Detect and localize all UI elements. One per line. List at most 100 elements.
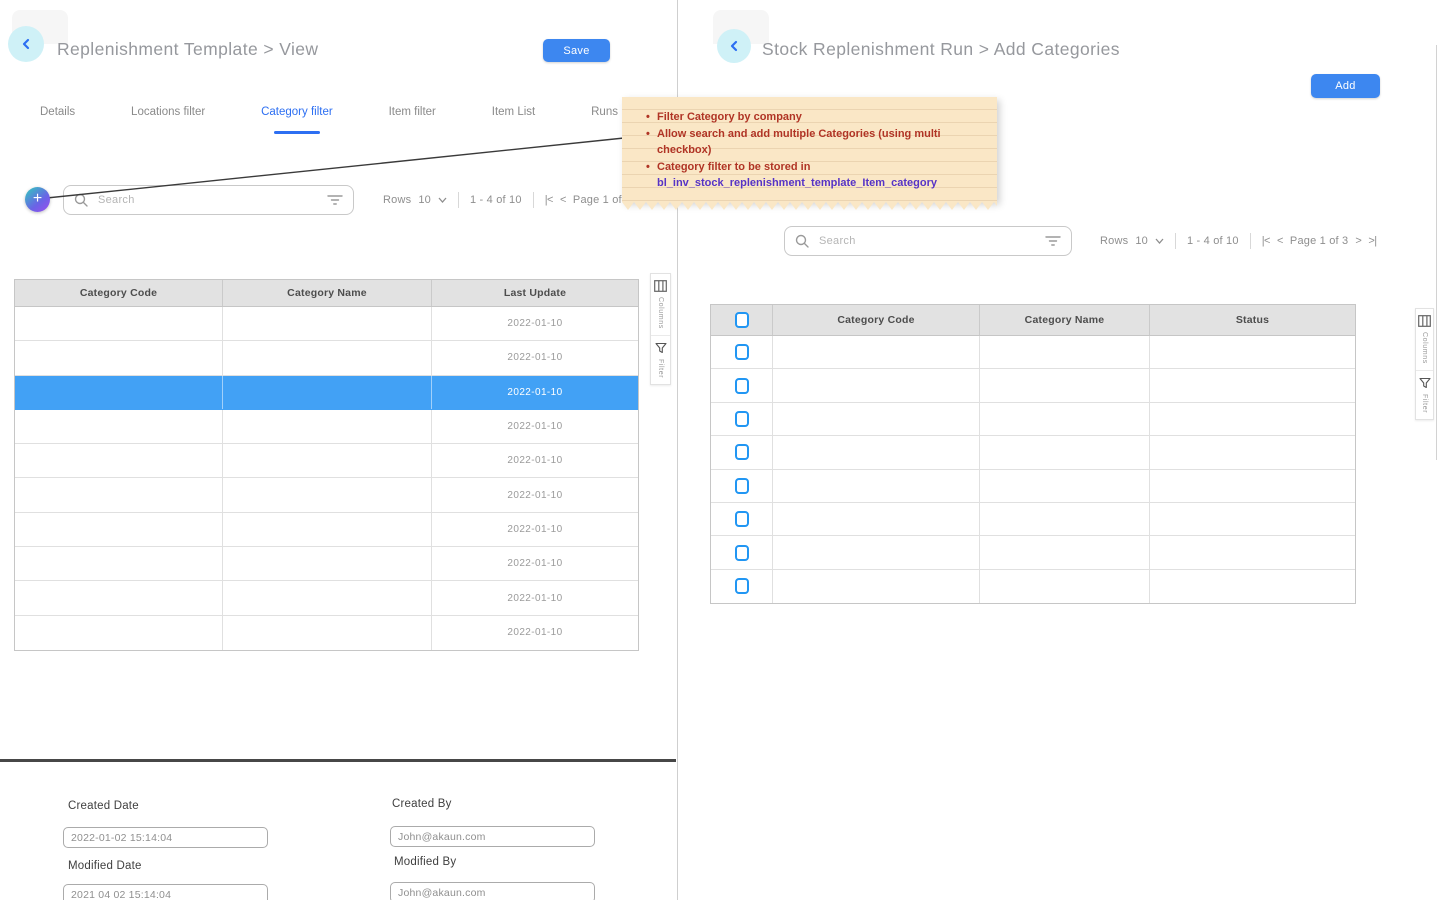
table-row[interactable] xyxy=(711,369,1355,402)
search-input[interactable] xyxy=(817,234,1037,248)
first-page-button[interactable]: |< xyxy=(545,194,553,206)
table-row[interactable] xyxy=(711,403,1355,436)
data-cell xyxy=(15,376,223,409)
save-button[interactable]: Save xyxy=(543,39,610,62)
row-checkbox[interactable] xyxy=(735,344,749,360)
last-update-cell: 2022-01-10 xyxy=(432,581,638,614)
table-row[interactable] xyxy=(711,336,1355,369)
back-button[interactable] xyxy=(8,26,44,62)
annotation-note: Filter Category by companyAllow search a… xyxy=(622,97,997,202)
data-cell xyxy=(980,470,1150,502)
data-cell xyxy=(223,616,432,650)
row-range-text: 1 - 4 of 10 xyxy=(470,194,522,206)
row-checkbox[interactable] xyxy=(735,545,749,561)
tab-item-list[interactable]: Item List xyxy=(492,106,535,134)
note-bullet: Filter Category by company xyxy=(644,109,977,126)
previous-page-button[interactable]: < xyxy=(560,194,566,206)
filter-toggle[interactable]: Filter xyxy=(1416,370,1433,419)
data-cell xyxy=(15,581,223,614)
data-cell xyxy=(1150,436,1355,468)
checkbox-cell xyxy=(711,403,773,435)
created-by-label: Created By xyxy=(392,798,452,810)
data-cell xyxy=(223,547,432,580)
pager-divider xyxy=(1250,233,1251,249)
data-cell xyxy=(773,336,980,368)
data-cell xyxy=(773,369,980,401)
pagination-bar: Rows 10 1 - 4 of 10 |< < Page 1 of 3 > >… xyxy=(1100,226,1377,256)
row-checkbox[interactable] xyxy=(735,478,749,494)
row-checkbox[interactable] xyxy=(735,578,749,594)
filter-toggle[interactable]: Filter xyxy=(651,335,670,384)
modified-by-field[interactable] xyxy=(390,882,595,900)
data-cell xyxy=(980,503,1150,535)
modified-date-field[interactable] xyxy=(63,884,268,900)
search-icon xyxy=(74,193,88,207)
filter-list-icon[interactable] xyxy=(1045,236,1061,246)
tab-bar: Details Locations filter Category filter It… xyxy=(40,106,618,134)
data-cell xyxy=(1150,570,1355,603)
page-title: Replenishment Template > View xyxy=(57,39,318,60)
tab-category-filter[interactable]: Category filter xyxy=(261,106,333,134)
created-by-field[interactable] xyxy=(390,826,595,847)
next-page-button[interactable]: > xyxy=(1355,235,1361,247)
data-cell xyxy=(1150,470,1355,502)
data-cell xyxy=(773,570,980,603)
data-cell xyxy=(980,536,1150,568)
pager-divider xyxy=(533,192,534,208)
row-checkbox[interactable] xyxy=(735,511,749,527)
chevron-down-icon[interactable] xyxy=(438,197,447,203)
table-row[interactable]: 2022-01-10 xyxy=(15,478,638,512)
table-row[interactable]: 2022-01-10 xyxy=(15,376,638,410)
checkbox-cell xyxy=(711,470,773,502)
previous-page-button[interactable]: < xyxy=(1277,235,1283,247)
table-row[interactable] xyxy=(711,570,1355,603)
select-all-checkbox[interactable] xyxy=(735,312,749,328)
columns-label: Columns xyxy=(1421,332,1428,364)
data-cell xyxy=(773,503,980,535)
tab-item-filter[interactable]: Item filter xyxy=(389,106,436,134)
tab-locations-filter[interactable]: Locations filter xyxy=(131,106,205,134)
row-checkbox[interactable] xyxy=(735,378,749,394)
add-button[interactable]: Add xyxy=(1311,74,1380,98)
last-update-cell: 2022-01-10 xyxy=(432,478,638,511)
data-cell xyxy=(980,436,1150,468)
table-row[interactable] xyxy=(711,536,1355,569)
tab-details[interactable]: Details xyxy=(40,106,75,134)
column-header: Category Code xyxy=(15,280,223,306)
columns-toggle[interactable]: Columns xyxy=(1416,309,1433,370)
table-row[interactable]: 2022-01-10 xyxy=(15,513,638,547)
rows-per-page-value[interactable]: 10 xyxy=(1135,235,1148,247)
row-checkbox[interactable] xyxy=(735,444,749,460)
table-row[interactable]: 2022-01-10 xyxy=(15,307,638,341)
table-row[interactable]: 2022-01-10 xyxy=(15,444,638,478)
table-row[interactable]: 2022-01-10 xyxy=(15,410,638,444)
rows-per-page-value[interactable]: 10 xyxy=(418,194,431,206)
table-row[interactable]: 2022-01-10 xyxy=(15,547,638,581)
created-date-field[interactable] xyxy=(63,827,268,848)
chevron-down-icon[interactable] xyxy=(1155,238,1164,244)
last-update-cell: 2022-01-10 xyxy=(432,341,638,374)
row-checkbox[interactable] xyxy=(735,411,749,427)
tab-runs[interactable]: Runs xyxy=(591,106,618,134)
back-button[interactable] xyxy=(717,29,751,63)
table-row[interactable]: 2022-01-10 xyxy=(15,581,638,615)
search-input[interactable] xyxy=(96,193,319,207)
table-row[interactable] xyxy=(711,503,1355,536)
last-page-button[interactable]: >| xyxy=(1368,235,1376,247)
data-cell xyxy=(1150,503,1355,535)
filter-list-icon[interactable] xyxy=(327,195,343,205)
table-row[interactable] xyxy=(711,436,1355,469)
first-page-button[interactable]: |< xyxy=(1262,235,1270,247)
table-header-row: Category CodeCategory NameLast Update xyxy=(15,280,638,307)
table-row[interactable]: 2022-01-10 xyxy=(15,616,638,650)
table-row[interactable] xyxy=(711,470,1355,503)
add-record-button[interactable]: + xyxy=(25,187,50,212)
search-icon xyxy=(795,234,809,248)
filter-label: Filter xyxy=(657,359,664,378)
table-row[interactable]: 2022-01-10 xyxy=(15,341,638,375)
checkbox-cell xyxy=(711,436,773,468)
column-header: Status xyxy=(1150,305,1355,335)
page-indicator: Page 1 of 3 xyxy=(1290,235,1348,247)
data-cell xyxy=(1150,369,1355,401)
columns-toggle[interactable]: Columns xyxy=(651,274,670,335)
